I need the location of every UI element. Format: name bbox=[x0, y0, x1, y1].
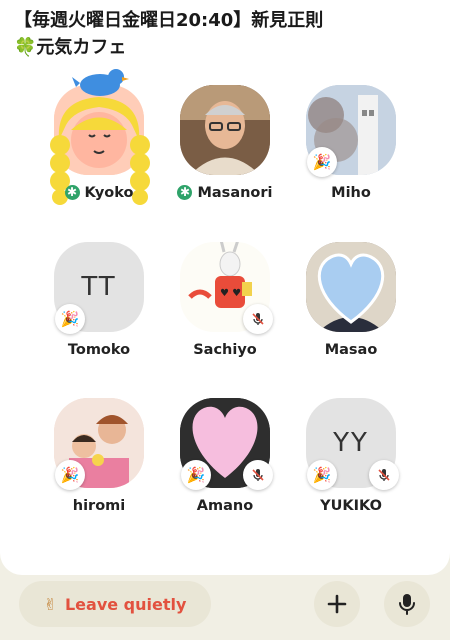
leave-quietly-button[interactable]: ✌ Leave quietly bbox=[19, 581, 211, 627]
microphone-icon bbox=[399, 594, 415, 615]
plus-icon bbox=[327, 594, 347, 614]
moderator-badge-icon: ✱ bbox=[64, 185, 80, 200]
leave-quietly-label: Leave quietly bbox=[64, 594, 187, 614]
party-popper-icon: 🎉 bbox=[55, 460, 85, 490]
speaker-name: Masanori bbox=[197, 185, 273, 201]
bird-icon bbox=[72, 69, 129, 96]
party-popper-icon: 🎉 bbox=[55, 304, 85, 334]
avatar bbox=[306, 242, 396, 332]
bottom-bar: ✌ Leave quietly bbox=[0, 575, 450, 640]
speaker-name: YUKIKO bbox=[320, 498, 382, 514]
svg-text:♥ ♥: ♥ ♥ bbox=[220, 288, 241, 299]
speaker-name: Masao bbox=[324, 342, 378, 358]
speaker-name: hiromi bbox=[72, 498, 126, 514]
speaker-name: Amano bbox=[196, 498, 254, 514]
speaker-name: Sachiyo bbox=[193, 342, 257, 358]
muted-mic-icon bbox=[243, 304, 273, 334]
speaker-name: Kyoko bbox=[84, 185, 134, 201]
room-title-line1: 【毎週火曜日金曜日20:40】新見正則 bbox=[14, 10, 324, 31]
muted-mic-icon bbox=[369, 460, 399, 490]
room-card: 【毎週火曜日金曜日20:40】新見正則 🍀元気カフェ ✱ Kyoko ✱ Mas… bbox=[0, 0, 450, 575]
room-title-line2: 元気カフェ bbox=[36, 37, 127, 58]
party-popper-icon: 🎉 bbox=[307, 147, 337, 177]
speaker-name: Miho bbox=[331, 185, 371, 201]
clover-icon: 🍀 bbox=[14, 37, 37, 58]
party-popper-icon: 🎉 bbox=[307, 460, 337, 490]
speaker-name: Tomoko bbox=[67, 342, 131, 358]
add-button[interactable] bbox=[314, 581, 360, 627]
victory-hand-icon: ✌ bbox=[43, 594, 57, 614]
muted-mic-icon bbox=[243, 460, 273, 490]
party-popper-icon: 🎉 bbox=[181, 460, 211, 490]
room-title: 【毎週火曜日金曜日20:40】新見正則 🍀元気カフェ bbox=[14, 7, 434, 61]
moderator-badge-icon: ✱ bbox=[177, 185, 193, 200]
microphone-button[interactable] bbox=[384, 581, 430, 627]
avatar bbox=[180, 85, 270, 175]
